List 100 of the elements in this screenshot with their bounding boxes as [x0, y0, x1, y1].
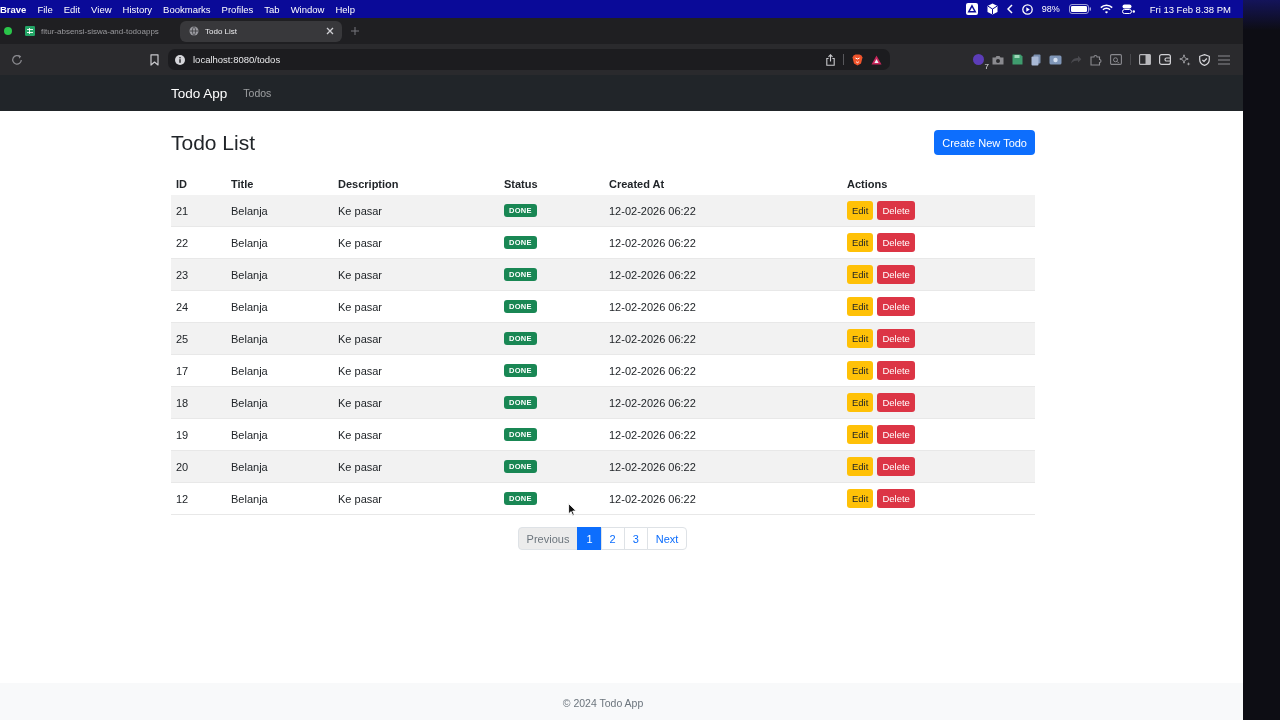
cube-icon[interactable]	[986, 3, 998, 15]
table-cell: 12-02-2026 06:22	[609, 428, 696, 441]
lion-shield-icon[interactable]	[852, 53, 863, 66]
edit-button[interactable]: Edit	[847, 297, 874, 316]
camera-icon[interactable]	[992, 54, 1004, 65]
document-icon[interactable]	[1031, 53, 1041, 66]
monitor-icon[interactable]	[1049, 54, 1062, 65]
page-button[interactable]: 3	[623, 527, 648, 550]
column-header: Actions	[846, 177, 889, 190]
table-cell: Ke pasar	[338, 300, 383, 313]
menu-item[interactable]: Bookmarks	[163, 3, 211, 15]
close-icon[interactable]	[326, 27, 334, 35]
delete-button[interactable]: Delete	[877, 201, 915, 220]
menu-item[interactable]: Tab	[264, 3, 280, 15]
table-cell: Belanja	[231, 492, 268, 505]
shield-icon[interactable]	[1199, 53, 1210, 66]
table-cell: Ke pasar	[338, 332, 383, 345]
delete-button[interactable]: Delete	[877, 265, 915, 284]
menu-item[interactable]: File	[37, 3, 53, 15]
delete-button[interactable]: Delete	[877, 297, 915, 316]
table-cell: 21	[176, 204, 189, 217]
app-menu[interactable]: Brave	[0, 3, 27, 15]
sparkle-icon[interactable]	[1179, 53, 1191, 66]
table-cell: Belanja	[231, 428, 268, 441]
edit-button[interactable]: Edit	[847, 361, 874, 380]
table-cell: Belanja	[231, 204, 268, 217]
table-cell: 20	[176, 460, 189, 473]
footer-text: © 2024 Todo App	[562, 696, 644, 709]
edit-button[interactable]: Edit	[847, 393, 874, 412]
floppy-icon[interactable]	[1012, 54, 1023, 65]
info-icon	[175, 54, 185, 65]
play-icon[interactable]	[1021, 3, 1033, 15]
table-cell: Belanja	[231, 396, 268, 409]
address-field[interactable]: localhost:8080/todos	[168, 49, 890, 70]
table-cell: 12-02-2026 06:22	[609, 204, 696, 217]
delete-button[interactable]: Delete	[877, 393, 915, 412]
table-cell: Ke pasar	[338, 204, 383, 217]
table-cell: 23	[176, 268, 189, 281]
menu-item[interactable]: Help	[335, 3, 355, 15]
table-cell: Ke pasar	[338, 236, 383, 249]
table-cell: Belanja	[231, 460, 268, 473]
triangle-tile-icon[interactable]	[965, 3, 978, 15]
page-title: Todo List	[171, 129, 256, 156]
edit-button[interactable]: Edit	[847, 425, 874, 444]
delete-button[interactable]: Delete	[877, 489, 915, 508]
menu-item[interactable]: History	[122, 3, 153, 15]
column-header: Status	[503, 177, 539, 190]
menu-item[interactable]: Window	[290, 3, 325, 15]
battery-percent: 98%	[1041, 4, 1060, 14]
delete-button[interactable]: Delete	[877, 425, 915, 444]
sidebar-icon[interactable]	[1139, 54, 1151, 65]
table-cell: 12-02-2026 06:22	[609, 460, 696, 473]
delete-button[interactable]: Delete	[877, 329, 915, 348]
table-cell: 12	[176, 492, 189, 505]
nav-link[interactable]: Todos	[243, 87, 272, 99]
wallet-icon[interactable]	[1159, 54, 1171, 65]
table-cell: Ke pasar	[338, 492, 383, 505]
table-cell: 18	[176, 396, 189, 409]
maximize-button[interactable]	[4, 27, 12, 35]
browser-tab[interactable]: Todo List	[180, 20, 342, 42]
delete-button[interactable]: Delete	[877, 361, 915, 380]
page-button[interactable]: 2	[600, 527, 625, 550]
brand-link[interactable]: Todo App	[171, 85, 228, 101]
table-cell: Ke pasar	[338, 364, 383, 377]
table-cell: Ke pasar	[338, 428, 383, 441]
bookmark-icon[interactable]	[150, 53, 159, 66]
table-cell: Belanja	[231, 300, 268, 313]
column-header: Title	[230, 177, 255, 190]
edit-button[interactable]: Edit	[847, 489, 874, 508]
edit-button[interactable]: Edit	[847, 265, 874, 284]
table-cell: 12-02-2026 06:22	[609, 332, 696, 345]
browser-tab[interactable]: fitur-absensi-siswa-and-todoapps	[16, 20, 178, 42]
create-button[interactable]: Create New Todo	[934, 130, 1035, 155]
chevron-left-icon[interactable]	[1006, 4, 1013, 14]
page-button[interactable]: 1	[577, 527, 602, 550]
puzzle-icon[interactable]	[1090, 53, 1102, 66]
table-cell: Belanja	[231, 236, 268, 249]
edit-button[interactable]: Edit	[847, 233, 874, 252]
table-cell: 17	[176, 364, 189, 377]
triangle-icon[interactable]	[871, 54, 882, 65]
share-icon[interactable]	[826, 53, 835, 66]
menu-item[interactable]: Profiles	[221, 3, 254, 15]
column-header: Description	[337, 177, 400, 190]
edit-button[interactable]: Edit	[847, 201, 874, 220]
menu-item[interactable]: View	[91, 3, 112, 15]
delete-button[interactable]: Delete	[877, 457, 915, 476]
toggle-icon[interactable]	[1121, 4, 1135, 14]
delete-button[interactable]: Delete	[877, 233, 915, 252]
table-cell: Belanja	[231, 268, 268, 281]
menu-item[interactable]: Edit	[63, 3, 81, 15]
wifi-icon[interactable]	[1099, 4, 1113, 14]
edit-button[interactable]: Edit	[847, 457, 874, 476]
battery-icon[interactable]	[1068, 4, 1091, 14]
plus-icon[interactable]	[351, 27, 359, 35]
window-search-icon[interactable]	[1110, 54, 1122, 65]
next-button[interactable]: Next	[646, 527, 688, 550]
edit-button[interactable]: Edit	[847, 329, 874, 348]
reload-icon[interactable]	[11, 53, 23, 66]
table-cell: Ke pasar	[338, 396, 383, 409]
table-cell: 12-02-2026 06:22	[609, 268, 696, 281]
